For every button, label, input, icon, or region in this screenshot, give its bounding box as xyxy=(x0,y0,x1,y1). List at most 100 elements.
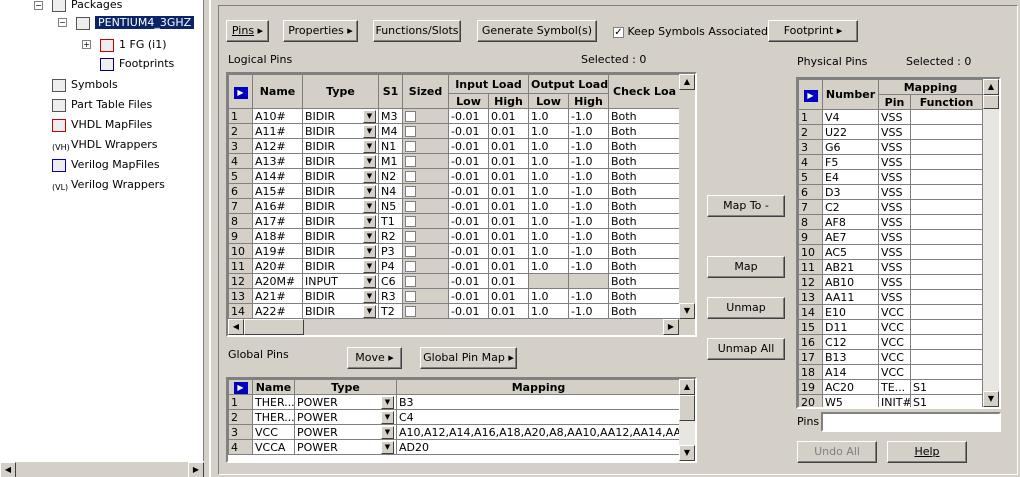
table-cell[interactable] xyxy=(910,349,983,365)
table-cell[interactable]: -0.01 xyxy=(448,243,489,259)
table-cell[interactable]: Both xyxy=(608,273,682,289)
dropdown-arrow-icon[interactable]: ▼ xyxy=(363,244,376,258)
table-cell[interactable]: -1.0 xyxy=(567,198,610,214)
table-row[interactable]: 16 C12 VCC xyxy=(798,334,983,350)
row-number[interactable]: 10 xyxy=(798,244,823,260)
row-number[interactable]: 12 xyxy=(798,274,823,290)
table-cell[interactable]: N2 xyxy=(378,168,403,184)
checkbox-icon[interactable] xyxy=(405,246,416,257)
table-row[interactable]: 10 AC5 VSS xyxy=(798,244,983,260)
table-row[interactable]: 17 B13 VCC xyxy=(798,349,983,365)
sized-checkbox[interactable] xyxy=(402,273,449,289)
type-cell[interactable]: ▼ INPUT xyxy=(302,273,379,289)
table-row[interactable]: 11 AB21 VSS xyxy=(798,259,983,275)
table-cell[interactable]: -0.01 xyxy=(448,123,489,139)
sized-checkbox[interactable] xyxy=(402,123,449,139)
table-cell[interactable]: 0.01 xyxy=(488,123,529,139)
table-cell[interactable] xyxy=(910,214,983,230)
table-cell[interactable]: INIT# xyxy=(878,394,911,407)
table-cell[interactable]: M3 xyxy=(378,108,403,124)
table-cell[interactable]: 0.01 xyxy=(488,273,529,289)
table-cell[interactable]: A20M# xyxy=(252,273,303,289)
table-cell[interactable]: Both xyxy=(608,123,682,139)
dropdown-arrow-icon[interactable]: ▼ xyxy=(363,304,376,318)
dropdown-arrow-icon[interactable]: ▼ xyxy=(363,154,376,168)
table-cell[interactable]: V4 xyxy=(822,109,879,125)
table-cell[interactable]: AF8 xyxy=(822,214,879,230)
table-row[interactable]: 13 A21# ▼ BIDIR R3 -0.01 0.01 1.0 -1.0 Both xyxy=(228,288,682,304)
row-number[interactable]: 9 xyxy=(798,229,823,245)
dropdown-arrow-icon[interactable]: ▼ xyxy=(381,425,394,439)
table-cell[interactable]: VCCA xyxy=(252,439,295,455)
sized-checkbox[interactable] xyxy=(402,168,449,184)
dropdown-arrow-icon[interactable]: ▼ xyxy=(363,139,376,153)
table-cell[interactable]: Both xyxy=(608,198,682,214)
table-cell[interactable]: VSS xyxy=(878,274,911,290)
table-cell[interactable]: S1 xyxy=(910,394,983,407)
scroll-up-icon[interactable]: ▲ xyxy=(983,79,999,95)
tree-item-part[interactable]: PENTIUM4_3GHZ xyxy=(76,14,195,32)
table-cell[interactable]: A14# xyxy=(252,168,303,184)
row-number[interactable]: 18 xyxy=(798,364,823,380)
table-cell[interactable]: C6 xyxy=(378,273,403,289)
table-cell[interactable]: A11# xyxy=(252,123,303,139)
sized-checkbox[interactable] xyxy=(402,243,449,259)
sized-checkbox[interactable] xyxy=(402,138,449,154)
tree-item-function[interactable]: 1 FG (i1) xyxy=(100,36,166,54)
checkbox-icon[interactable] xyxy=(405,111,416,122)
tree-item-vhdl-wrappers[interactable]: (VH)VHDL Wrappers xyxy=(52,136,158,154)
type-cell[interactable]: ▼ POWER xyxy=(294,409,397,425)
table-cell[interactable]: D11 xyxy=(822,319,879,335)
type-cell[interactable]: ▼ POWER xyxy=(294,424,397,440)
table-cell[interactable] xyxy=(567,273,610,289)
table-cell[interactable] xyxy=(910,334,983,350)
scroll-left-icon[interactable]: ◀ xyxy=(0,462,16,477)
table-cell[interactable]: C12 xyxy=(822,334,879,350)
table-cell[interactable]: -0.01 xyxy=(448,153,489,169)
checkbox-icon[interactable] xyxy=(405,186,416,197)
checkbox-icon[interactable] xyxy=(405,216,416,227)
checkbox-icon[interactable] xyxy=(405,306,416,317)
type-cell[interactable]: ▼ BIDIR xyxy=(302,213,379,229)
type-cell[interactable]: ▼ BIDIR xyxy=(302,303,379,319)
col-mapping[interactable]: Mapping xyxy=(878,79,983,95)
table-cell[interactable] xyxy=(910,244,983,260)
table-row[interactable]: 18 A14 VCC xyxy=(798,364,983,380)
scroll-right-icon[interactable]: ▶ xyxy=(663,319,679,335)
select-all-icon[interactable]: ▶ xyxy=(228,74,253,109)
table-cell[interactable] xyxy=(910,184,983,200)
checkbox-icon[interactable] xyxy=(405,156,416,167)
dropdown-arrow-icon[interactable]: ▼ xyxy=(381,410,394,424)
type-cell[interactable]: ▼ BIDIR xyxy=(302,288,379,304)
map-button[interactable]: Map xyxy=(707,256,785,278)
tree-item-verilog-wrappers[interactable]: (VL) Verilog Wrappers xyxy=(52,176,165,194)
table-cell[interactable]: T1 xyxy=(378,213,403,229)
table-cell[interactable]: P3 xyxy=(378,243,403,259)
table-row[interactable]: 5 E4 VSS xyxy=(798,169,983,185)
dropdown-arrow-icon[interactable]: ▼ xyxy=(363,289,376,303)
table-cell[interactable]: A21# xyxy=(252,288,303,304)
table-row[interactable]: 13 AA11 VSS xyxy=(798,289,983,305)
table-cell[interactable]: 1.0 xyxy=(528,198,569,214)
checkbox-icon[interactable] xyxy=(405,126,416,137)
tree-item-packages[interactable]: Packages xyxy=(52,0,122,14)
table-row[interactable]: 19 AC20 TE... S1 xyxy=(798,379,983,395)
table-cell[interactable]: VSS xyxy=(878,229,911,245)
table-cell[interactable]: 0.01 xyxy=(488,183,529,199)
table-cell[interactable]: VSS xyxy=(878,259,911,275)
physical-vertical-scrollbar[interactable]: ▲ ▼ xyxy=(983,79,999,407)
table-cell[interactable]: A22# xyxy=(252,303,303,319)
table-cell[interactable]: THER... xyxy=(252,394,295,410)
table-cell[interactable]: D3 xyxy=(822,184,879,200)
col-name[interactable]: Name xyxy=(252,379,295,395)
tree-item-part-table[interactable]: Part Table Files xyxy=(52,96,152,114)
table-cell[interactable] xyxy=(910,259,983,275)
table-cell[interactable]: AB21 xyxy=(822,259,879,275)
table-cell[interactable]: -0.01 xyxy=(448,138,489,154)
table-row[interactable]: 1 THER... ▼ POWER B3 xyxy=(228,394,681,410)
row-number[interactable]: 9 xyxy=(228,228,253,244)
sized-checkbox[interactable] xyxy=(402,183,449,199)
checkbox-icon[interactable] xyxy=(405,231,416,242)
table-cell[interactable]: VCC xyxy=(878,349,911,365)
table-cell[interactable]: Both xyxy=(608,138,682,154)
